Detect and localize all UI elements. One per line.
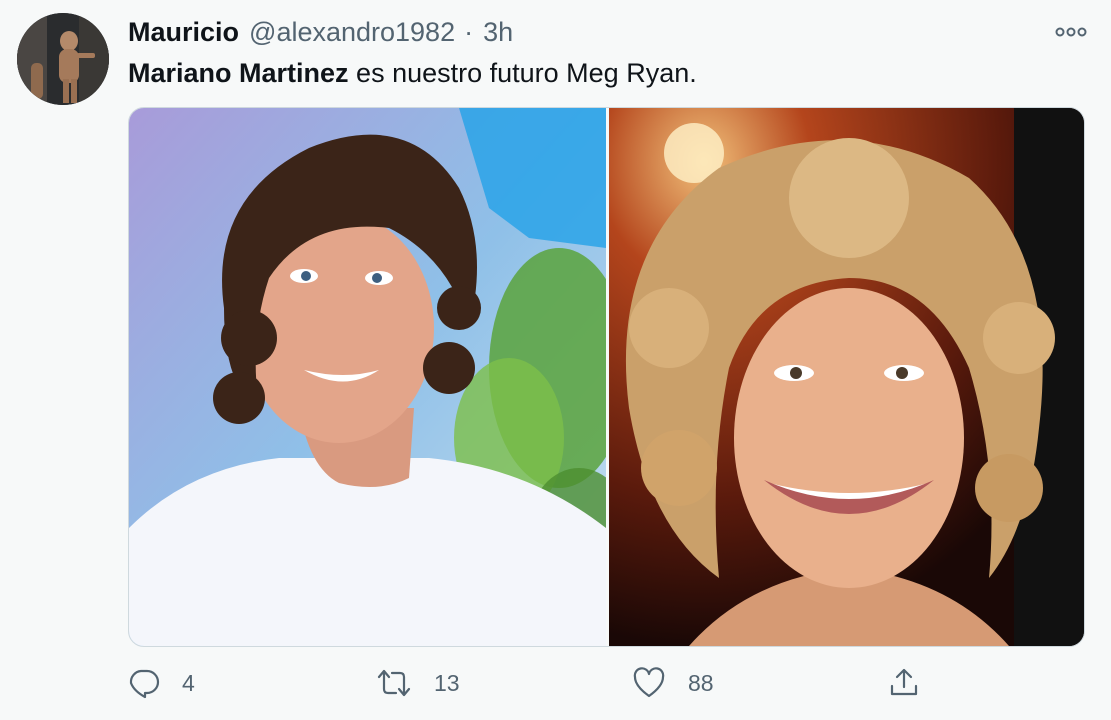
tweet-media[interactable] — [128, 107, 1085, 647]
tweet-text-body: es nuestro futuro Meg Ryan. — [348, 58, 697, 88]
like-count: 88 — [688, 669, 714, 696]
ellipsis-icon — [1055, 27, 1087, 37]
media-photo-right[interactable] — [609, 108, 1084, 646]
tweet-card: Mauricio @alexandro1982 · 3h Mariano Mar… — [0, 0, 1111, 720]
header-separator: · — [464, 16, 474, 47]
tweet-text: Mariano Martinez es nuestro futuro Meg R… — [128, 55, 697, 91]
retweet-count: 13 — [434, 669, 460, 696]
author-handle[interactable]: @alexandro1982 — [249, 17, 455, 48]
share-icon — [890, 668, 918, 696]
avatar-photo — [17, 13, 109, 105]
heart-icon — [633, 667, 665, 698]
author-display-name[interactable]: Mauricio — [128, 17, 239, 48]
retweet-icon — [377, 669, 411, 697]
like-button[interactable]: 88 — [632, 660, 714, 706]
reply-count: 4 — [182, 669, 195, 696]
media-photo-left[interactable] — [129, 108, 606, 646]
tweet-text-mention: Mariano Martinez — [128, 58, 349, 88]
reply-button[interactable]: 4 — [128, 660, 195, 706]
photo-man-curly-hair — [129, 108, 606, 646]
photo-woman-blonde-curls — [609, 108, 1084, 646]
tweet-timestamp[interactable]: 3h — [483, 17, 513, 48]
more-options-button[interactable] — [1051, 20, 1091, 44]
share-button[interactable] — [888, 660, 920, 706]
tweet-actions: 4 13 88 — [128, 660, 928, 706]
author-avatar[interactable] — [17, 13, 109, 105]
retweet-button[interactable]: 13 — [376, 660, 460, 706]
tweet-header: Mauricio @alexandro1982 · 3h — [128, 14, 513, 50]
reply-icon — [129, 669, 160, 699]
